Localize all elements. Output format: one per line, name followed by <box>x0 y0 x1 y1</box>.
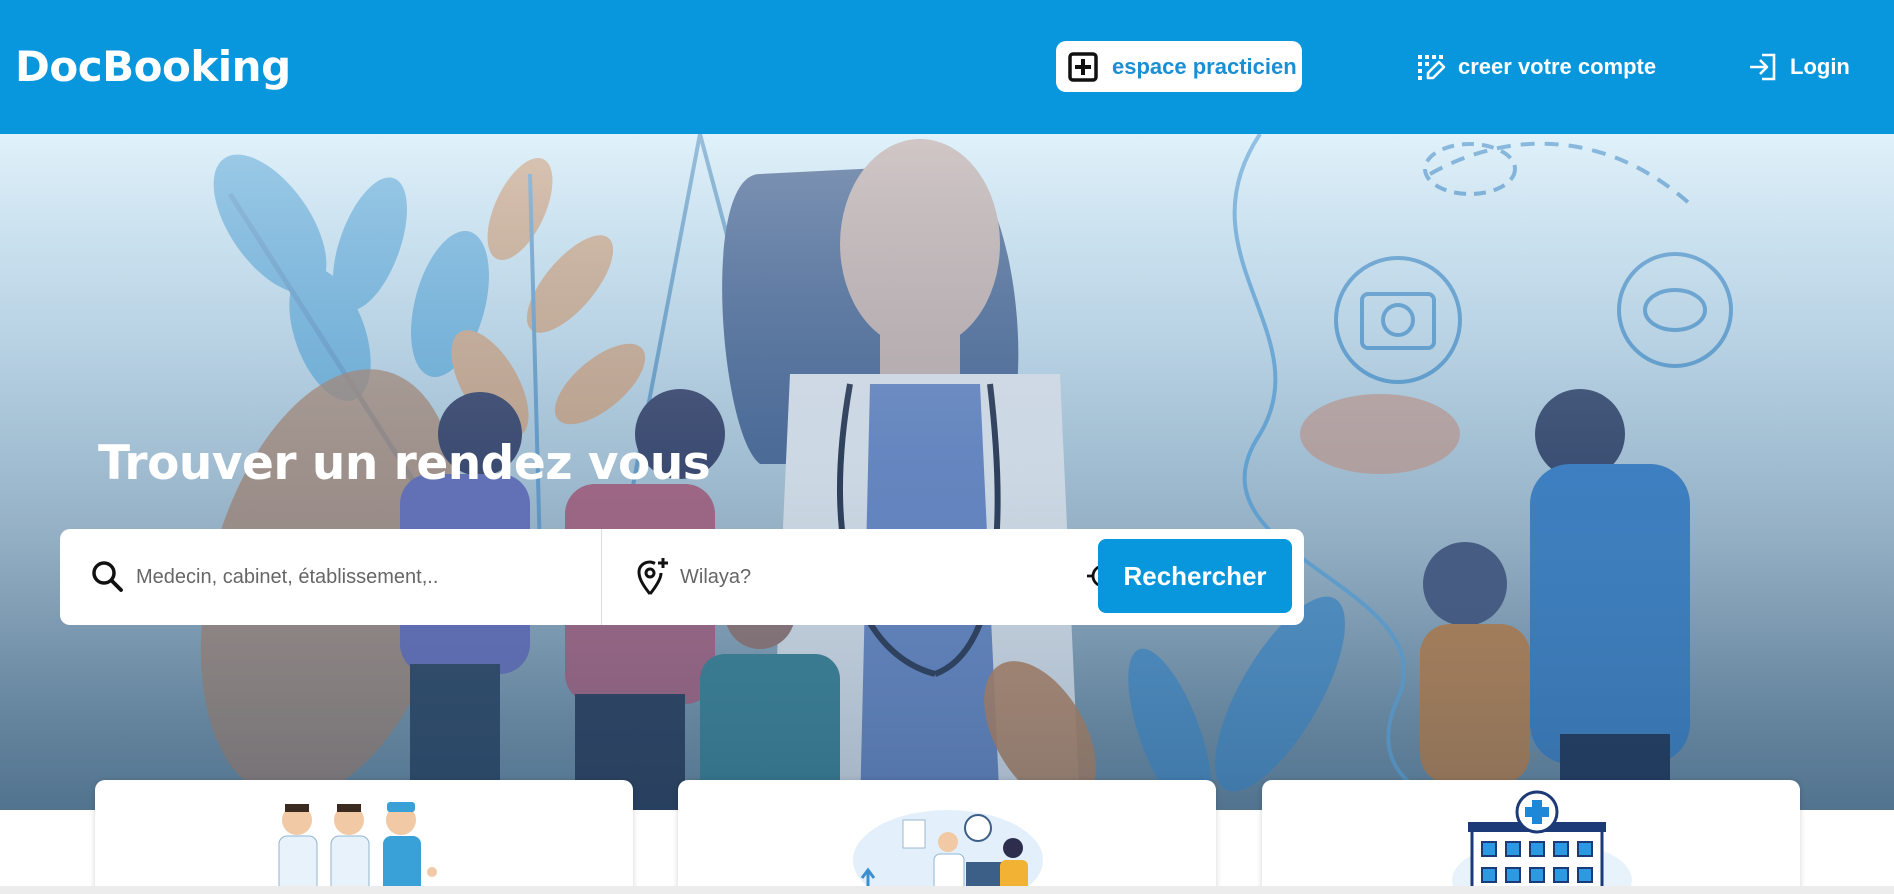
wilaya-input[interactable] <box>680 557 1060 597</box>
location-pin-plus-icon <box>636 556 672 596</box>
edit-grid-icon <box>1414 50 1448 84</box>
practitioner-space-label: espace practicien <box>1112 53 1297 79</box>
brand-logo[interactable]: DocBooking <box>15 42 291 91</box>
page: DocBooking espace practicien creer votre… <box>0 0 1894 894</box>
search-query-input[interactable] <box>136 557 586 597</box>
plus-square-icon <box>1067 51 1099 83</box>
consultation-illustration <box>853 810 1043 894</box>
login-link[interactable]: Login <box>1746 48 1850 86</box>
category-card-clinics[interactable] <box>678 780 1216 894</box>
create-account-label: creer votre compte <box>1458 54 1657 79</box>
hero-banner: Trouver un rendez vous <box>0 134 1894 810</box>
top-navbar: DocBooking espace practicien creer votre… <box>0 0 1894 134</box>
hospital-illustration <box>1452 790 1632 894</box>
login-arrow-icon <box>1746 50 1780 84</box>
create-account-link[interactable]: creer votre compte <box>1414 48 1656 86</box>
search-icon <box>90 559 126 595</box>
hero-title: Trouver un rendez vous <box>98 436 711 491</box>
search-bar: Rechercher <box>60 529 1304 625</box>
category-card-hospitals[interactable] <box>1262 780 1800 894</box>
search-divider <box>601 529 602 625</box>
search-button[interactable]: Rechercher <box>1098 539 1292 613</box>
login-label: Login <box>1790 54 1850 79</box>
doctors-illustration <box>278 802 437 894</box>
practitioner-space-button[interactable]: espace practicien <box>1056 41 1302 92</box>
page-bottom-edge <box>0 886 1894 894</box>
category-card-doctors[interactable] <box>95 780 633 894</box>
